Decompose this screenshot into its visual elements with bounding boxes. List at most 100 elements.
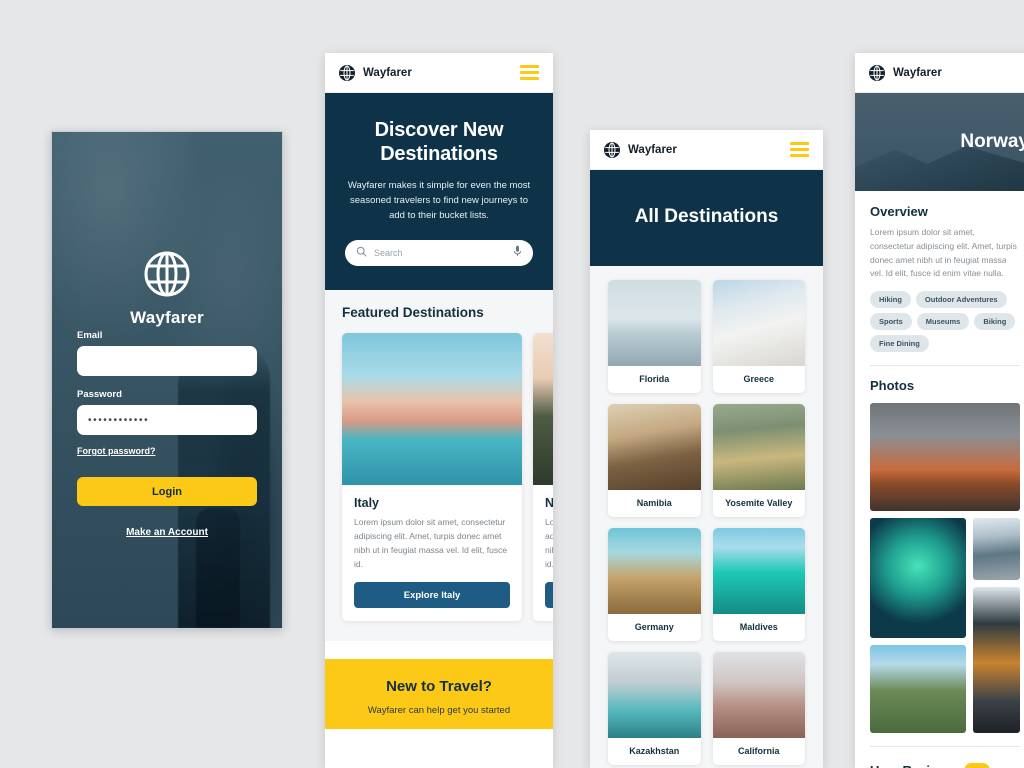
tile-label: Kazakhstan <box>629 746 680 756</box>
card-description: Lorem ipsum dolor sit amet, consectetur … <box>545 517 553 569</box>
discover-topbar: Wayfarer <box>325 53 553 93</box>
login-brand-name: Wayfarer <box>130 308 204 327</box>
overview-text: Lorem ipsum dolor sit amet, consectetur … <box>870 227 1017 279</box>
greece-santorini-photo <box>712 280 805 366</box>
reviews-title: User Reviews <box>870 763 955 768</box>
tile-label: Greece <box>743 374 775 384</box>
login-button[interactable]: Login <box>77 477 257 506</box>
destination-card[interactable]: Norway Lorem ipsum dolor sit amet, conse… <box>533 333 553 622</box>
discover-hero-title: Discover New Destinations <box>374 119 504 165</box>
microphone-icon[interactable] <box>513 244 522 262</box>
destination-tile[interactable]: Namibia <box>608 404 701 517</box>
email-label: Email <box>77 330 103 341</box>
hamburger-menu-icon[interactable] <box>790 142 809 157</box>
tile-label: Florida <box>639 374 670 384</box>
norway-hero: Norway <box>855 93 1024 191</box>
login-screen: Wayfarer Email Password Forgot password?… <box>51 131 283 629</box>
norway-cliff-photo <box>533 333 553 486</box>
discover-hero: Discover New Destinations Wayfarer makes… <box>325 93 553 291</box>
norway-brand[interactable]: Wayfarer <box>869 64 942 81</box>
germany-castle-photo <box>608 528 701 614</box>
bergen-bryggen-houses-photo[interactable] <box>870 403 1020 512</box>
destination-tile[interactable]: Florida <box>608 280 701 393</box>
destination-tile[interactable]: Germany <box>608 528 701 641</box>
password-field[interactable] <box>77 405 257 435</box>
login-form: Email Password Forgot password? Login Ma… <box>77 330 257 538</box>
discover-hero-subtitle: Wayfarer makes it simple for even the mo… <box>347 180 531 221</box>
globe-icon <box>869 64 885 81</box>
tag-chip[interactable]: Biking <box>974 313 1016 331</box>
all-topbar: Wayfarer <box>590 130 823 170</box>
login-brand-block: Wayfarer <box>52 250 282 328</box>
destination-tile[interactable]: Greece <box>712 280 805 393</box>
featured-section-header: Featured Destinations <box>325 290 553 321</box>
globe-icon <box>143 250 191 298</box>
maldives-pier-photo <box>712 528 805 614</box>
norway-topbar: Wayfarer <box>855 53 1024 93</box>
section-divider <box>870 746 1020 748</box>
norway-topbar-title: Wayfarer <box>893 66 942 79</box>
destinations-grid-wrap: Florida Greece Namibia Yosemite Valley G… <box>590 266 823 768</box>
explore-button[interactable]: Explore Italy <box>354 582 510 609</box>
florida-pier-photo <box>608 280 701 366</box>
destination-tile[interactable]: Yosemite Valley <box>712 404 805 517</box>
discover-brand[interactable]: Wayfarer <box>339 64 412 81</box>
california-cliff-photo <box>712 652 805 738</box>
photos-title: Photos <box>870 378 915 394</box>
tag-chip[interactable]: Hiking <box>870 291 911 309</box>
namibia-dunes-photo <box>608 404 701 490</box>
promo-text: Wayfarer can help get you started <box>367 705 511 717</box>
tag-chip[interactable]: Sports <box>870 313 912 331</box>
destination-card[interactable]: Italy Lorem ipsum dolor sit amet, consec… <box>342 333 522 622</box>
kazakhstan-lake-photo <box>608 652 701 738</box>
promo-title: New to Travel? <box>386 678 492 696</box>
featured-cards-rail[interactable]: Italy Lorem ipsum dolor sit amet, consec… <box>325 320 553 622</box>
tag-chip[interactable]: Outdoor Adventures <box>915 291 1007 309</box>
make-account-link[interactable]: Make an Account <box>77 527 257 538</box>
section-divider <box>870 365 1020 367</box>
user-reviews-header: User Reviews 4.5 <box>870 763 1020 768</box>
all-destinations-screen: Wayfarer All Destinations Florida Greece… <box>590 130 823 768</box>
forgot-password-link[interactable]: Forgot password? <box>77 446 156 456</box>
search-input[interactable]: Search <box>345 240 533 267</box>
tag-chip[interactable]: Fine Dining <box>870 335 929 353</box>
norway-detail-screen: Wayfarer Norway Overview Lorem ipsum dol… <box>855 53 1024 768</box>
tile-label: California <box>737 746 780 756</box>
card-title: Italy <box>354 496 380 511</box>
card-title: Norway <box>545 496 553 511</box>
norway-body: Overview Lorem ipsum dolor sit amet, con… <box>855 191 1024 768</box>
card-description: Lorem ipsum dolor sit amet, consectetur … <box>354 517 508 569</box>
overview-title: Overview <box>870 204 928 219</box>
cafe-interior-photo[interactable] <box>973 587 1020 734</box>
globe-icon <box>339 64 355 81</box>
yosemite-valley-photo <box>712 404 805 490</box>
mountain-biker-photo[interactable] <box>870 645 966 734</box>
destination-tile[interactable]: California <box>712 652 805 765</box>
email-field[interactable] <box>77 346 257 376</box>
discover-screen: Wayfarer Discover New Destinations Wayfa… <box>325 53 553 768</box>
hamburger-menu-icon[interactable] <box>520 65 539 80</box>
promo-section: New to Travel? Wayfarer can help get you… <box>325 659 553 729</box>
tag-chip[interactable]: Museums <box>916 313 970 331</box>
destinations-grid: Florida Greece Namibia Yosemite Valley G… <box>608 280 805 765</box>
rating-badge: 4.5 <box>963 763 990 768</box>
venice-rialto-bridge-photo <box>342 333 522 486</box>
tag-list: Hiking Outdoor Adventures Sports Museums… <box>870 291 1020 353</box>
destination-tile[interactable]: Kazakhstan <box>608 652 701 765</box>
search-placeholder: Search <box>374 248 403 259</box>
all-topbar-title: Wayfarer <box>628 143 677 156</box>
destination-tile[interactable]: Maldives <box>712 528 805 641</box>
lofoten-fjord-photo[interactable] <box>973 518 1020 581</box>
northern-lights-aurora-photo[interactable] <box>870 518 966 639</box>
all-hero: All Destinations <box>590 170 823 266</box>
tile-label: Namibia <box>636 498 672 508</box>
explore-button[interactable]: Explore Norway <box>545 582 553 609</box>
featured-section-title: Featured Destinations <box>342 305 484 321</box>
tile-label: Maldives <box>739 622 778 632</box>
photo-grid <box>870 518 1020 734</box>
all-brand[interactable]: Wayfarer <box>604 141 677 158</box>
norway-hero-title: Norway <box>960 131 1024 152</box>
discover-topbar-title: Wayfarer <box>363 66 412 79</box>
globe-icon <box>604 141 620 158</box>
tile-label: Germany <box>634 622 674 632</box>
